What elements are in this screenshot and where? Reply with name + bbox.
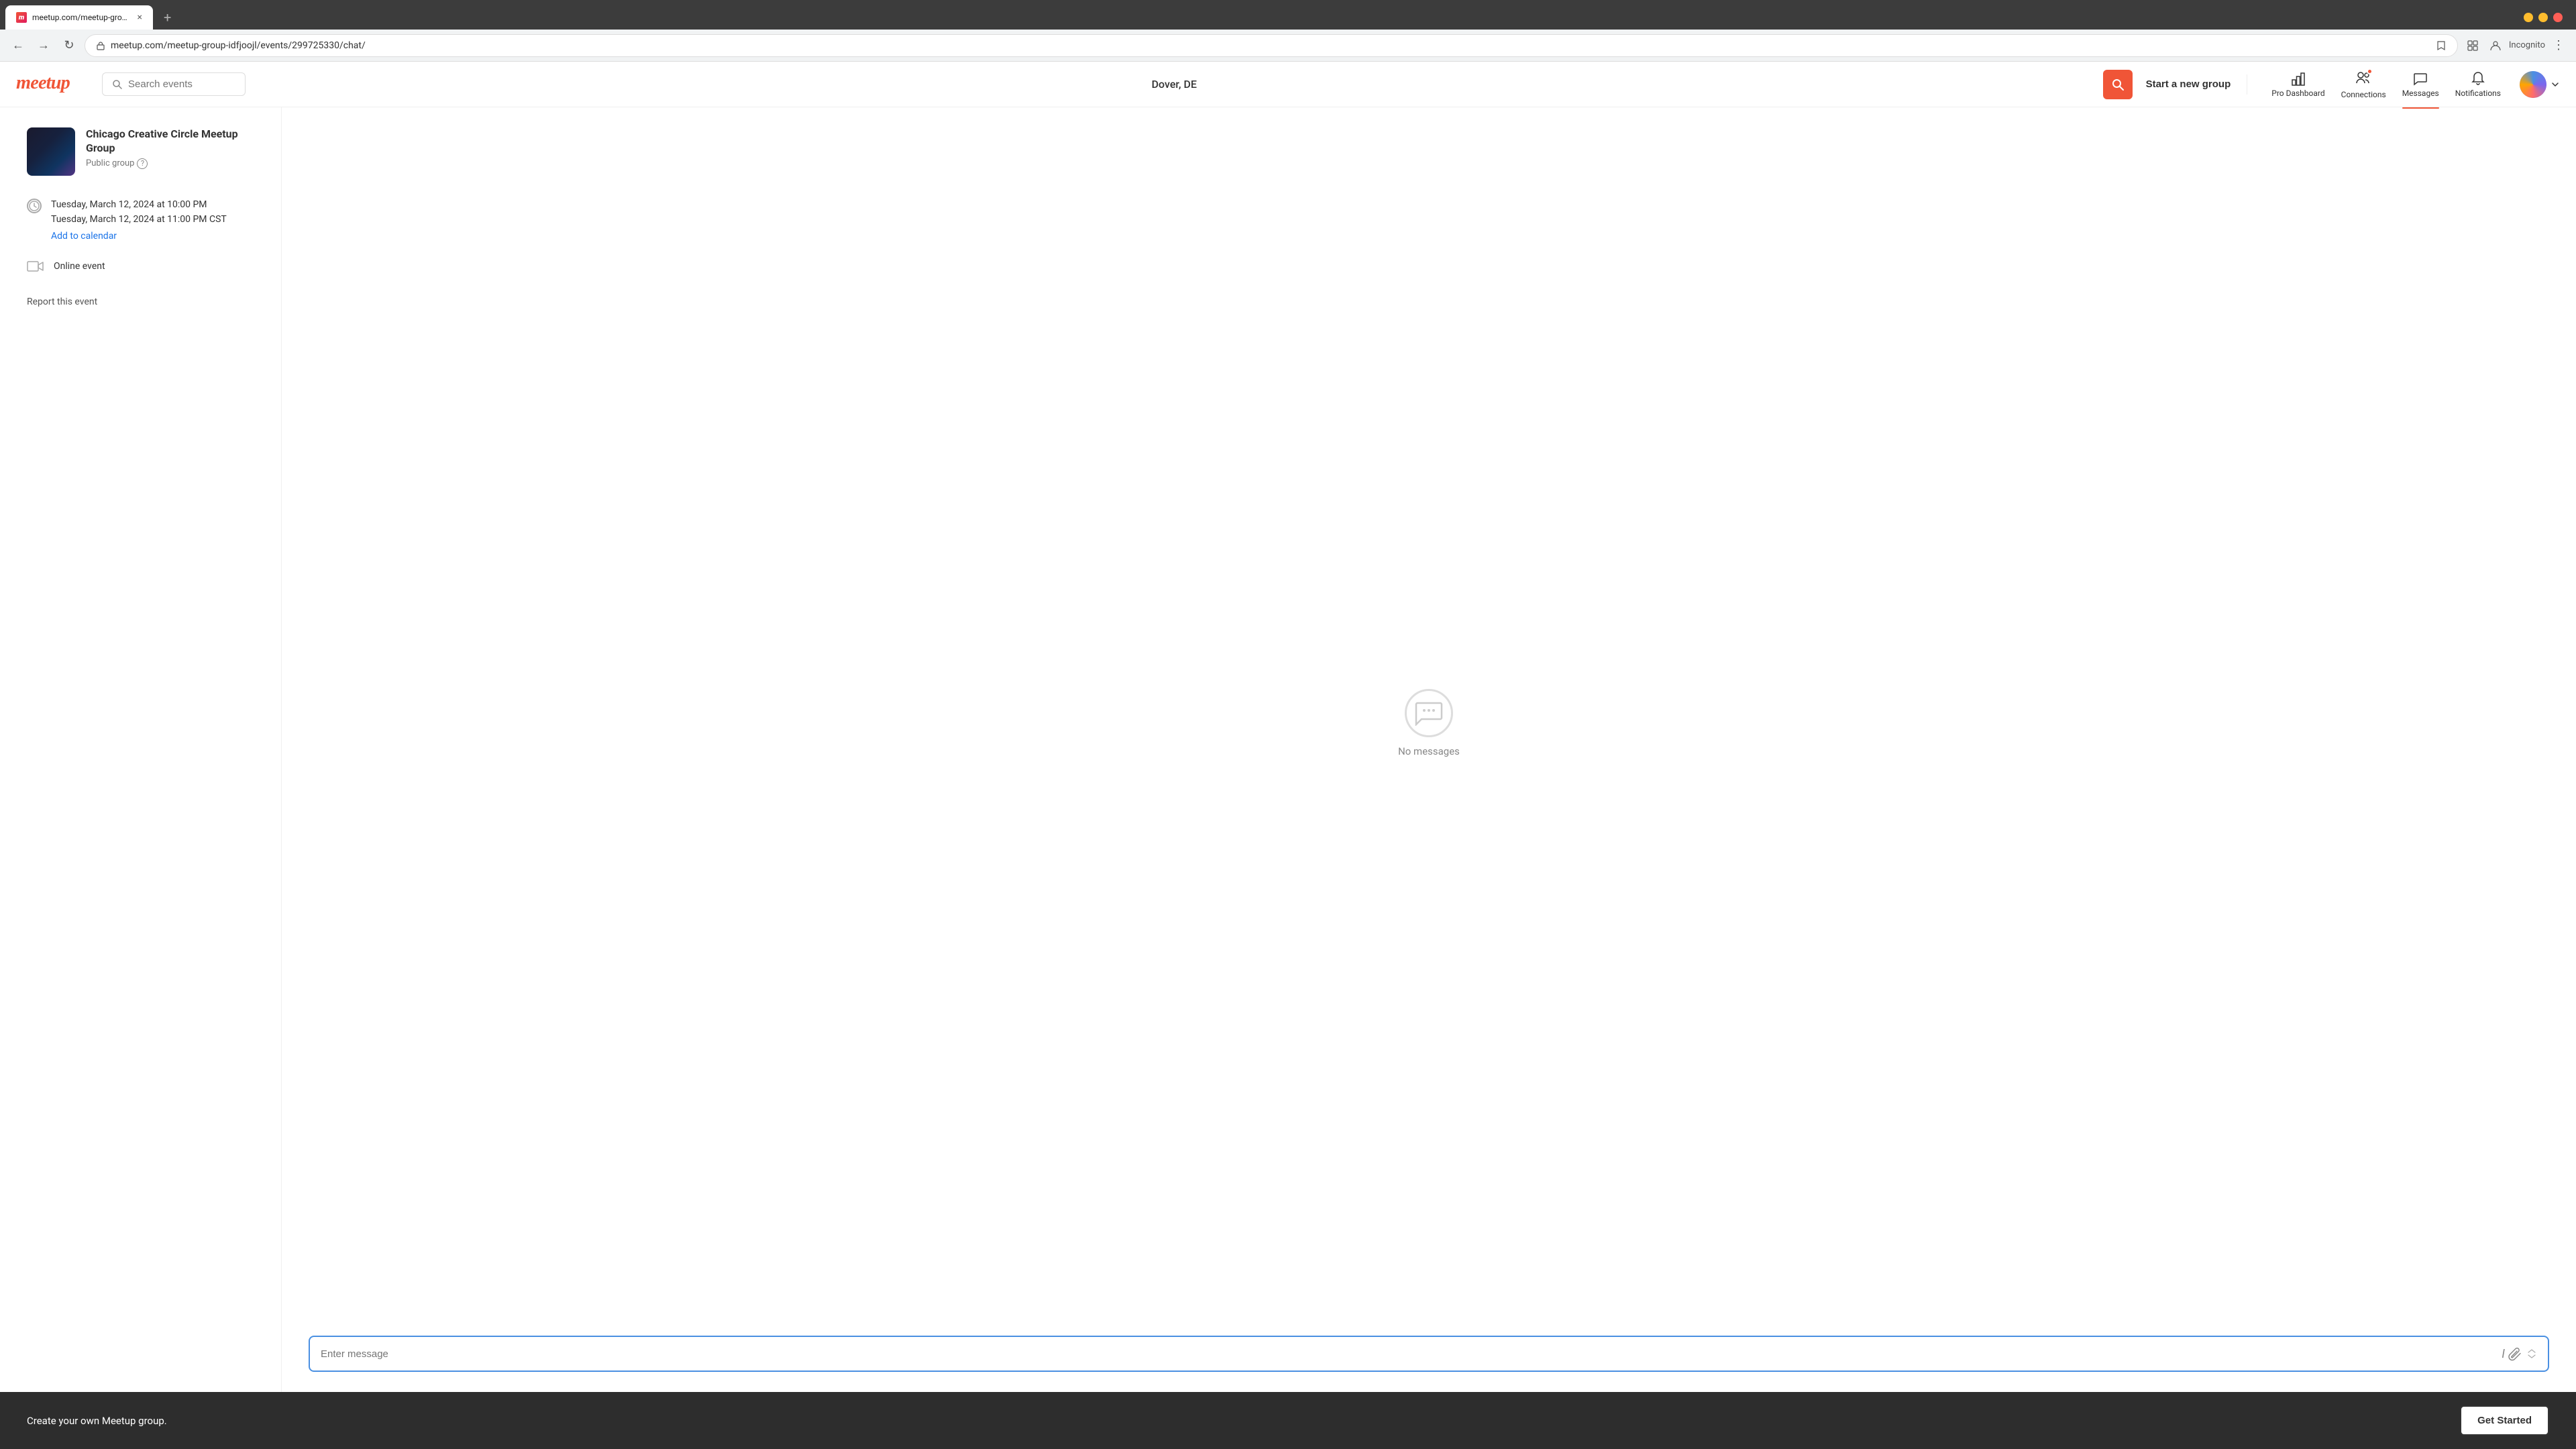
more-options-icon[interactable]: ⋮ xyxy=(2549,36,2568,55)
event-sidebar: Chicago Creative Circle Meetup Group Pub… xyxy=(0,107,282,1392)
avatar-dropdown-icon[interactable] xyxy=(2551,80,2560,89)
bookmark-icon[interactable] xyxy=(2436,40,2447,51)
toolbar-actions: Incognito ⋮ xyxy=(2463,36,2568,55)
datetime-text: Tuesday, March 12, 2024 at 10:00 PM Tues… xyxy=(51,197,227,244)
browser-toolbar: ← → ↻ meetup.com/meetup-group-idfjoojl/e… xyxy=(0,30,2576,62)
chat-bubble-icon xyxy=(1405,689,1453,737)
chat-bubble-svg xyxy=(1415,700,1443,726)
url-display: meetup.com/meetup-group-idfjoojl/events/… xyxy=(111,40,2430,51)
notifications-label: Notifications xyxy=(2455,89,2501,98)
clock-icon xyxy=(27,199,42,213)
back-button[interactable]: ← xyxy=(8,36,28,56)
profile-icon[interactable] xyxy=(2486,36,2505,55)
message-input-container: I xyxy=(309,1336,2549,1372)
no-messages-text: No messages xyxy=(1398,745,1460,757)
tab-close-button[interactable]: × xyxy=(138,12,142,23)
no-messages-container: No messages xyxy=(1398,689,1460,757)
nav-item-notifications[interactable]: Notifications xyxy=(2455,71,2501,98)
text-cursor-indicator: I xyxy=(2502,1347,2505,1361)
online-event-label: Online event xyxy=(54,261,105,272)
get-started-button[interactable]: Get Started xyxy=(2460,1405,2549,1436)
maximize-button[interactable] xyxy=(2538,13,2548,22)
notifications-icon xyxy=(2470,71,2486,87)
group-name[interactable]: Chicago Creative Circle Meetup Group xyxy=(86,127,261,156)
nav-item-pro-dashboard[interactable]: Pro Dashboard xyxy=(2271,71,2324,98)
message-input[interactable] xyxy=(321,1348,2502,1360)
connections-badge xyxy=(2367,68,2373,74)
group-text: Chicago Creative Circle Meetup Group Pub… xyxy=(86,127,261,169)
video-icon xyxy=(27,260,44,273)
group-info: Chicago Creative Circle Meetup Group Pub… xyxy=(27,127,261,176)
extensions-icon[interactable] xyxy=(2463,36,2482,55)
start-new-group-button[interactable]: Start a new group xyxy=(2146,78,2231,90)
address-bar[interactable]: meetup.com/meetup-group-idfjoojl/events/… xyxy=(85,34,2458,57)
location-display: Dover, DE xyxy=(1152,78,1197,91)
public-group-help-icon[interactable]: ? xyxy=(137,158,148,169)
pro-dashboard-icon xyxy=(2290,71,2306,87)
nav-items: Pro Dashboard Connections Messages Notif… xyxy=(2271,70,2501,99)
search-box[interactable] xyxy=(102,72,246,96)
minimize-button[interactable] xyxy=(2524,13,2533,22)
group-type: Public group ? xyxy=(86,158,261,169)
nav-item-messages[interactable]: Messages xyxy=(2402,71,2439,98)
event-start-time: Tuesday, March 12, 2024 at 10:00 PM xyxy=(51,197,227,212)
connections-label: Connections xyxy=(2341,90,2386,99)
chat-area: No messages I xyxy=(282,107,2576,1392)
group-image[interactable] xyxy=(27,127,75,176)
site-header: meetup Dover, DE Start a new group Pro D… xyxy=(0,62,2576,107)
new-tab-button[interactable]: + xyxy=(156,5,179,30)
window-controls xyxy=(2524,13,2571,22)
site-footer: Create your own Meetup group. Get Starte… xyxy=(0,1392,2576,1449)
search-icon xyxy=(112,79,123,90)
browser-tabs: m meetup.com/meetup-group-id... × + xyxy=(0,0,2576,30)
search-input[interactable] xyxy=(128,78,235,90)
svg-text:meetup: meetup xyxy=(16,72,70,93)
expand-icon[interactable] xyxy=(2526,1348,2537,1359)
avatar-image xyxy=(2520,71,2546,98)
attach-icon[interactable] xyxy=(2508,1346,2522,1361)
search-button-icon xyxy=(2111,78,2125,91)
report-event-link[interactable]: Report this event xyxy=(27,297,97,307)
online-event: Online event xyxy=(27,260,261,273)
pro-dashboard-label: Pro Dashboard xyxy=(2271,89,2324,98)
user-avatar[interactable] xyxy=(2520,71,2546,98)
event-datetime: Tuesday, March 12, 2024 at 10:00 PM Tues… xyxy=(27,197,261,244)
active-tab[interactable]: m meetup.com/meetup-group-id... × xyxy=(5,5,153,30)
search-button[interactable] xyxy=(2103,70,2133,99)
add-to-calendar-link[interactable]: Add to calendar xyxy=(51,229,227,244)
tab-favicon: m xyxy=(16,12,27,23)
close-button[interactable] xyxy=(2553,13,2563,22)
lock-icon xyxy=(96,41,105,50)
messages-icon xyxy=(2412,71,2428,87)
messages-label: Messages xyxy=(2402,89,2439,98)
event-end-time: Tuesday, March 12, 2024 at 11:00 PM CST xyxy=(51,212,227,227)
incognito-label: Incognito xyxy=(2509,40,2545,50)
forward-button[interactable]: → xyxy=(34,36,54,56)
tab-title: meetup.com/meetup-group-id... xyxy=(32,13,129,22)
main-content: Chicago Creative Circle Meetup Group Pub… xyxy=(0,107,2576,1392)
meetup-logo[interactable]: meetup xyxy=(16,70,83,99)
nav-item-connections[interactable]: Connections xyxy=(2341,70,2386,99)
refresh-button[interactable]: ↻ xyxy=(59,36,79,56)
footer-text: Create your own Meetup group. xyxy=(27,1415,167,1427)
